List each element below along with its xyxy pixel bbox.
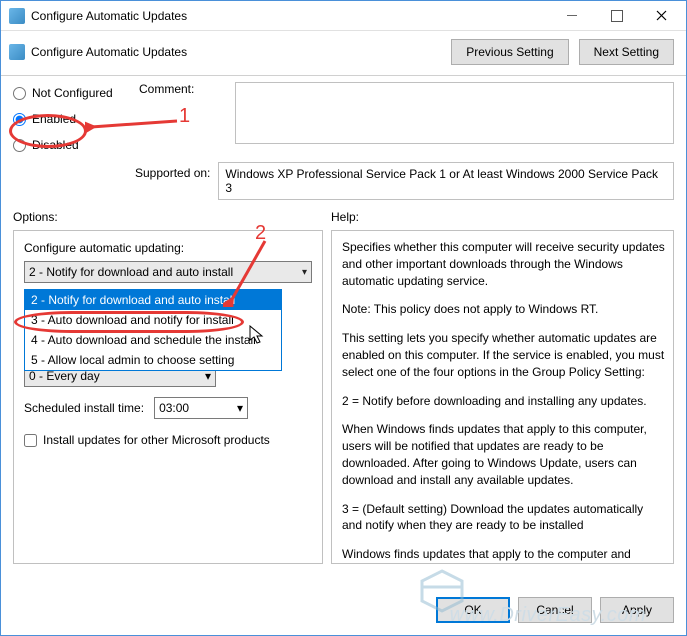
window-title: Configure Automatic Updates [31,9,549,23]
radio-disabled-input[interactable] [13,139,26,152]
supported-on-label: Supported on: [135,162,210,180]
config-updating-selected: 2 - Notify for download and auto install [29,265,233,279]
ok-button[interactable]: OK [436,597,510,623]
config-updating-dropdown-menu[interactable]: 2 - Notify for download and auto install… [24,289,282,371]
options-label: Options: [13,206,323,230]
radio-enabled[interactable]: Enabled [13,108,133,130]
config-updating-select[interactable]: 2 - Notify for download and auto install… [24,261,312,283]
radio-enabled-input[interactable] [13,113,26,126]
ms-products-checkbox-label: Install updates for other Microsoft prod… [43,433,270,447]
footer-buttons: OK Cancel Apply [436,597,674,623]
radio-disabled[interactable]: Disabled [13,134,133,156]
page-title: Configure Automatic Updates [31,45,451,59]
help-paragraph: Windows finds updates that apply to the … [342,546,665,563]
chevron-down-icon: ▾ [302,267,307,278]
window-controls [549,2,684,30]
config-updating-label: Configure automatic updating: [24,241,312,255]
scheduled-day-value: 0 - Every day [29,369,100,383]
apply-button[interactable]: Apply [600,597,674,623]
radio-enabled-label: Enabled [32,112,76,126]
policy-icon [9,44,25,60]
radio-not-configured-input[interactable] [13,87,26,100]
help-text[interactable]: Specifies whether this computer will rec… [332,231,673,563]
policy-state-area: Not Configured Comment: Enabled Disabled [1,82,686,162]
scheduled-time-value: 03:00 [159,401,189,415]
supported-on-row: Supported on: Windows XP Professional Se… [1,162,686,206]
help-paragraph: Specifies whether this computer will rec… [342,239,665,289]
radio-not-configured[interactable]: Not Configured [13,82,133,104]
cancel-button[interactable]: Cancel [518,597,592,623]
help-paragraph: 3 = (Default setting) Download the updat… [342,501,665,535]
minimize-button[interactable] [549,2,594,30]
chevron-down-icon: ▾ [205,369,211,383]
window: Configure Automatic Updates Configure Au… [0,0,687,636]
ms-products-checkbox[interactable]: Install updates for other Microsoft prod… [24,433,312,447]
next-setting-button[interactable]: Next Setting [579,39,674,65]
scheduled-time-select[interactable]: 03:00 ▾ [154,397,248,419]
previous-setting-button[interactable]: Previous Setting [451,39,568,65]
close-button[interactable] [639,2,684,30]
app-icon [9,8,25,24]
options-panel: Configure automatic updating: 2 - Notify… [13,230,323,564]
help-panel: Specifies whether this computer will rec… [331,230,674,564]
dropdown-option[interactable]: 2 - Notify for download and auto install [25,290,281,310]
ms-products-checkbox-input[interactable] [24,434,37,447]
titlebar: Configure Automatic Updates [1,1,686,31]
comment-label: Comment: [139,82,229,96]
dropdown-option[interactable]: 5 - Allow local admin to choose setting [25,350,281,370]
scheduled-time-label: Scheduled install time: [24,401,144,415]
help-label: Help: [331,206,674,230]
help-paragraph: When Windows finds updates that apply to… [342,421,665,488]
help-paragraph: 2 = Notify before downloading and instal… [342,393,665,410]
maximize-button[interactable] [594,2,639,30]
radio-disabled-label: Disabled [32,138,79,152]
help-paragraph: Note: This policy does not apply to Wind… [342,301,665,318]
divider [1,75,686,76]
dropdown-option[interactable]: 4 - Auto download and schedule the insta… [25,330,281,350]
header-row: Configure Automatic Updates Previous Set… [1,31,686,71]
dropdown-option[interactable]: 3 - Auto download and notify for install [25,310,281,330]
chevron-down-icon: ▾ [237,401,243,415]
comment-input[interactable] [235,82,674,144]
supported-on-value: Windows XP Professional Service Pack 1 o… [218,162,674,200]
radio-not-configured-label: Not Configured [32,86,113,100]
help-paragraph: This setting lets you specify whether au… [342,330,665,380]
